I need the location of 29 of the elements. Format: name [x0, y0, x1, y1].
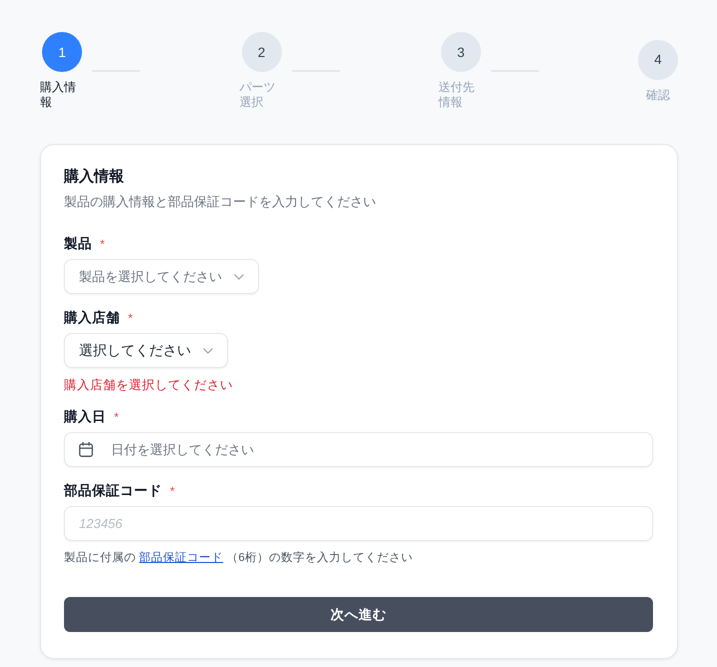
- field-label: 購入店舗: [64, 309, 120, 327]
- dropdown-field[interactable]: 製品を選択してください: [64, 259, 259, 294]
- field-label: 部品保証コード: [64, 482, 162, 500]
- date-field[interactable]: 日付を選択してください: [64, 432, 653, 467]
- required-mark: *: [114, 409, 119, 426]
- step-indicator: 2: [242, 32, 282, 72]
- required-mark: *: [100, 236, 105, 253]
- next-button[interactable]: 次へ進む: [64, 597, 653, 632]
- step-indicator: 3: [440, 32, 481, 72]
- step-label: 購入情報: [40, 80, 77, 110]
- step-indicator: 1: [42, 32, 82, 72]
- error-message: 購入店舗を選択してください: [64, 377, 234, 393]
- step-label: パーツ選択: [239, 80, 276, 110]
- chevron-down-icon: [203, 348, 213, 354]
- step-label: 送付先情報: [438, 80, 476, 110]
- form-subtitle: 製品の購入情報と部品保証コードを入力してください: [64, 193, 377, 211]
- required-mark: *: [170, 483, 175, 500]
- help-link[interactable]: 部品保証コード: [139, 552, 224, 564]
- calendar-icon: [79, 442, 93, 457]
- field-label: 購入日: [64, 408, 106, 426]
- step-indicator: 4: [638, 40, 678, 80]
- required-mark: *: [128, 310, 133, 327]
- field-label: 製品: [64, 235, 92, 253]
- step-label: 確認: [646, 88, 670, 102]
- help-text: 製品に付属の 部品保証コード （6桁）の数字を入力してください: [64, 550, 414, 566]
- form-title: 購入情報: [64, 167, 125, 187]
- dropdown-field[interactable]: 選択してください: [64, 333, 228, 368]
- input-field[interactable]: 123456: [64, 506, 653, 541]
- chevron-down-icon: [234, 274, 244, 280]
